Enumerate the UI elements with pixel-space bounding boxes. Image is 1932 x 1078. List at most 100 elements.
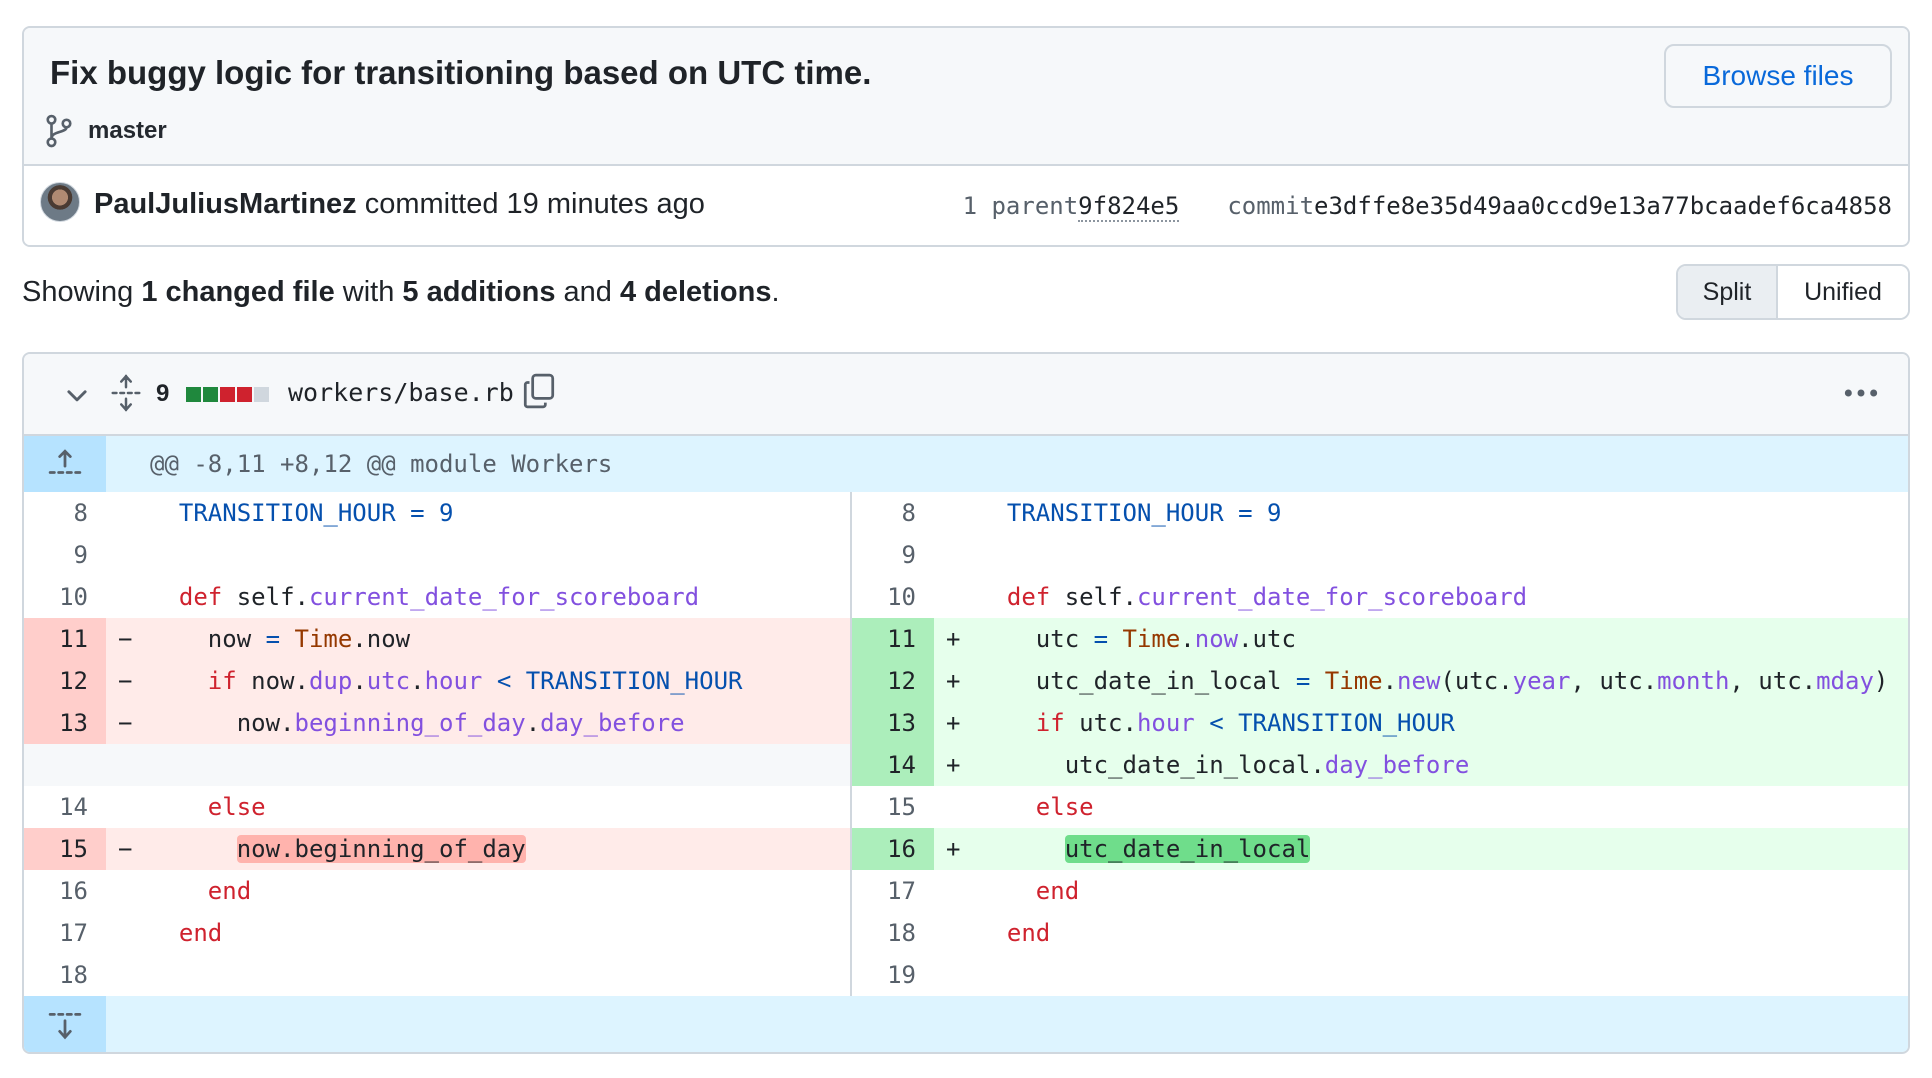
branch-indicator[interactable]: master xyxy=(44,114,167,148)
line-number[interactable]: 13 xyxy=(24,702,106,744)
line-number[interactable]: 8 xyxy=(24,492,106,534)
line-number[interactable]: 13 xyxy=(852,702,934,744)
code-token: , utc. xyxy=(1729,667,1817,695)
code-line: now.beginning_of_day.day_before xyxy=(150,702,685,744)
diff-row: 14 + utc_date_in_local.day_before xyxy=(852,744,1908,786)
expand-down-row xyxy=(24,996,1908,1052)
line-number[interactable]: 10 xyxy=(852,576,934,618)
kebab-horizontal-icon[interactable] xyxy=(1842,380,1880,406)
diff-row: 16 + utc_date_in_local xyxy=(852,828,1908,870)
expand-up-button[interactable] xyxy=(24,436,106,492)
line-number[interactable]: 18 xyxy=(852,912,934,954)
code-token: if xyxy=(207,667,237,695)
line-number[interactable]: 15 xyxy=(24,828,106,870)
line-number[interactable]: 19 xyxy=(852,954,934,996)
line-number[interactable]: 9 xyxy=(24,534,106,576)
diff-row: 18 end xyxy=(852,912,1908,954)
diffstat-delete-block xyxy=(220,387,235,402)
file-path-link[interactable]: workers/base.rb xyxy=(288,378,514,407)
line-number[interactable]: 14 xyxy=(24,786,106,828)
line-number[interactable]: 16 xyxy=(852,828,934,870)
code-token: self. xyxy=(222,583,309,611)
unfold-icon[interactable] xyxy=(110,374,142,412)
line-number[interactable]: 16 xyxy=(24,870,106,912)
code-line: utc_date_in_local xyxy=(978,828,1311,870)
diff-row: 11 + utc = Time.now.utc xyxy=(852,618,1908,660)
line-number[interactable]: 11 xyxy=(852,618,934,660)
code-token: 9 xyxy=(1267,499,1282,527)
line-number[interactable]: 15 xyxy=(852,786,934,828)
code-line: if utc.hour < TRANSITION_HOUR xyxy=(978,702,1455,744)
copy-icon[interactable] xyxy=(522,372,556,410)
author-line: PaulJuliusMartinez committed 19 minutes … xyxy=(94,188,705,221)
browse-files-button[interactable]: Browse files xyxy=(1664,44,1892,108)
line-number[interactable]: 12 xyxy=(24,660,106,702)
code-line: else xyxy=(150,786,266,828)
line-number[interactable]: 14 xyxy=(852,744,934,786)
line-number[interactable]: 11 xyxy=(24,618,106,660)
code-token: end xyxy=(178,919,223,947)
code-token: , utc. xyxy=(1570,667,1658,695)
code-line: end xyxy=(150,870,251,912)
diff-row: 15 else xyxy=(852,786,1908,828)
line-number[interactable]: 12 xyxy=(852,660,934,702)
code-token: end xyxy=(207,877,252,905)
line-number[interactable]: 18 xyxy=(24,954,106,996)
code-line: TRANSITION_HOUR = 9 xyxy=(150,492,454,534)
branch-name[interactable]: master xyxy=(88,117,167,145)
diff-sign: − xyxy=(118,835,133,863)
code-token: . xyxy=(1382,667,1398,695)
file-diff: 9 workers/base.rb @@ -8,11 +8,12 @@ modu… xyxy=(22,352,1910,1054)
code-token: now. xyxy=(236,667,309,695)
line-number[interactable]: 10 xyxy=(24,576,106,618)
code-line: end xyxy=(150,912,222,954)
split-view-button[interactable]: Split xyxy=(1678,266,1778,318)
code-token: month xyxy=(1657,667,1730,695)
hunk-header: @@ -8,11 +8,12 @@ module Workers xyxy=(24,436,1908,492)
chevron-down-icon[interactable] xyxy=(64,382,90,408)
code-line: else xyxy=(978,786,1094,828)
code-token: current_date_for_scoreboard xyxy=(308,583,700,611)
code-token: mday xyxy=(1816,667,1874,695)
code-token: else xyxy=(1035,793,1094,821)
code-token: .now xyxy=(352,625,411,653)
file-header: 9 workers/base.rb xyxy=(24,354,1908,436)
diff-sign: − xyxy=(118,709,133,737)
diff-left-pane: 8 TRANSITION_HOUR = 9 9 10 def self.curren… xyxy=(24,492,852,996)
diff-row xyxy=(24,744,850,786)
parent-sha-link[interactable]: 9f824e5 xyxy=(1078,192,1180,222)
split-diff: 8 TRANSITION_HOUR = 9 9 10 def self.curren… xyxy=(24,492,1908,996)
code-token: beginning_of_day xyxy=(294,709,526,737)
diff-row: 8 TRANSITION_HOUR = 9 xyxy=(24,492,850,534)
code-token: . xyxy=(525,709,541,737)
code-token: ) xyxy=(1873,667,1889,695)
code-token: TRANSITION_HOUR xyxy=(525,667,743,695)
code-token: def xyxy=(1006,583,1051,611)
diff-row: 12− if now.dup.utc.hour < TRANSITION_HOU… xyxy=(24,660,850,702)
files-changed-count: 1 changed file xyxy=(141,276,335,308)
code-token: = xyxy=(265,625,281,653)
diff-summary: Showing 1 changed file with 5 additions … xyxy=(22,276,780,309)
line-number[interactable]: 8 xyxy=(852,492,934,534)
author-link[interactable]: PaulJuliusMartinez xyxy=(94,188,357,220)
code-line: end xyxy=(978,912,1050,954)
code-line: utc = Time.now.utc xyxy=(978,618,1296,660)
code-token: . xyxy=(352,667,367,695)
code-token: new xyxy=(1397,667,1441,695)
line-number[interactable]: 9 xyxy=(852,534,934,576)
code-token: utc_date_in_local xyxy=(1064,835,1311,863)
code-token: < xyxy=(1209,709,1224,737)
avatar[interactable] xyxy=(40,182,80,222)
diffstat-add-block xyxy=(203,387,218,402)
diff-row: 14 else xyxy=(24,786,850,828)
unified-view-button[interactable]: Unified xyxy=(1778,266,1908,318)
code-token: 9 xyxy=(439,499,454,527)
diff-view-toggle: Split Unified xyxy=(1676,264,1910,320)
line-number[interactable]: 17 xyxy=(852,870,934,912)
expand-down-button[interactable] xyxy=(24,996,106,1052)
line-number[interactable]: 17 xyxy=(24,912,106,954)
